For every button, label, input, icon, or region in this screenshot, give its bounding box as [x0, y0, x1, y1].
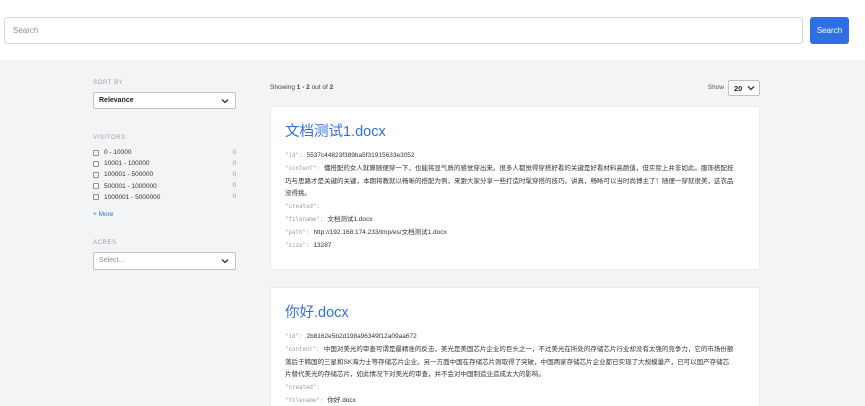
result-field-id: "id": 5537c44823f389ba5f31915633e3052 — [285, 152, 415, 159]
result-field-path: "path": http://192.168.174.233/tmp/es/文档测… — [285, 228, 447, 236]
acres-select[interactable]: Select... — [93, 251, 236, 270]
sidebar: SORT BY Relevance VISITORS 0 - 10000 0 1… — [93, 80, 236, 270]
search-input[interactable] — [4, 17, 803, 44]
result-field-filename: "filename": 文档测试1.docx — [285, 215, 373, 223]
results-summary: Showing 1 - 2 out of 2 — [270, 84, 334, 91]
facet-label: 500001 - 1000000 — [104, 182, 157, 190]
checkbox-icon[interactable] — [93, 171, 99, 178]
checkbox-icon[interactable] — [93, 160, 99, 167]
result-field-id: "id": 2b8162e5b2d198a96349f12a09aa672 — [285, 333, 417, 340]
visitors-title: VISITORS — [93, 135, 126, 141]
result-field-created: "created": — [285, 385, 320, 392]
visitors-facet-item[interactable]: 10001 - 100000 0 — [93, 158, 236, 169]
show-label: Show — [707, 84, 724, 91]
visitors-facet-item[interactable]: 1000001 - 5000000 0 — [93, 192, 236, 203]
results-range: 1 - 2 — [296, 84, 310, 91]
result-title-link[interactable]: 你好.docx — [285, 304, 745, 322]
search-button[interactable]: Search — [810, 17, 849, 44]
top-bar: Search — [0, 0, 865, 60]
per-page-select[interactable]: 20 — [728, 80, 760, 96]
result-field-content: "content": 懂搭配的女人就算随便穿一下，也能将显气质的感觉穿出来。很多人… — [285, 164, 734, 198]
visitors-facet-item[interactable]: 100001 - 500000 0 — [93, 169, 236, 180]
result-field-size: "size": 13287 — [285, 241, 332, 249]
chevron-down-icon — [221, 98, 229, 103]
acres-title: ACRES — [93, 239, 117, 246]
acres-select-placeholder: Select... — [99, 257, 125, 265]
checkbox-icon[interactable] — [93, 149, 99, 156]
result-field-created: "created": — [285, 204, 320, 211]
facet-count: 0 — [232, 149, 236, 156]
more-visitors-link[interactable]: + More — [93, 211, 113, 218]
sort-select-value: Relevance — [99, 97, 134, 104]
facet-label: 100001 - 500000 — [104, 171, 154, 179]
per-page-value: 20 — [734, 83, 743, 93]
checkbox-icon[interactable] — [93, 194, 99, 201]
result-title-link[interactable]: 文档测试1.docx — [285, 123, 745, 141]
result-card: 你好.docx "id": 2b8162e5b2d198a96349f12a09a… — [270, 287, 760, 406]
results-header: Showing 1 - 2 out of 2 Show 20 — [270, 80, 760, 96]
result-card: 文档测试1.docx "id": 5537c44823f389ba5f319156… — [270, 106, 760, 270]
checkbox-icon[interactable] — [93, 183, 99, 190]
result-field-filename: "filename": 你好.docx — [285, 396, 356, 404]
visitors-facet-item[interactable]: 0 - 10000 0 — [93, 147, 236, 158]
result-field-content: "content": 中国对美光的审查可谓是最精准的反击，美光是美国芯片企业的巨头… — [285, 345, 734, 379]
visitors-facet-list: 0 - 10000 0 10001 - 100000 0 100001 - 50… — [93, 147, 236, 203]
facet-count: 0 — [232, 171, 236, 178]
chevron-down-icon — [221, 258, 229, 264]
facet-label: 1000001 - 5000000 — [104, 193, 161, 201]
facet-count: 0 — [232, 194, 236, 201]
facet-count: 0 — [232, 183, 236, 190]
chevron-down-icon — [747, 86, 755, 91]
sort-select[interactable]: Relevance — [93, 92, 236, 109]
facet-count: 0 — [232, 160, 236, 167]
sort-by-title: SORT BY — [93, 80, 124, 86]
results-total: 2 — [329, 84, 334, 91]
facet-label: 10001 - 100000 — [104, 160, 150, 168]
facet-label: 0 - 10000 — [104, 149, 132, 157]
visitors-facet-item[interactable]: 500001 - 1000000 0 — [93, 181, 236, 192]
